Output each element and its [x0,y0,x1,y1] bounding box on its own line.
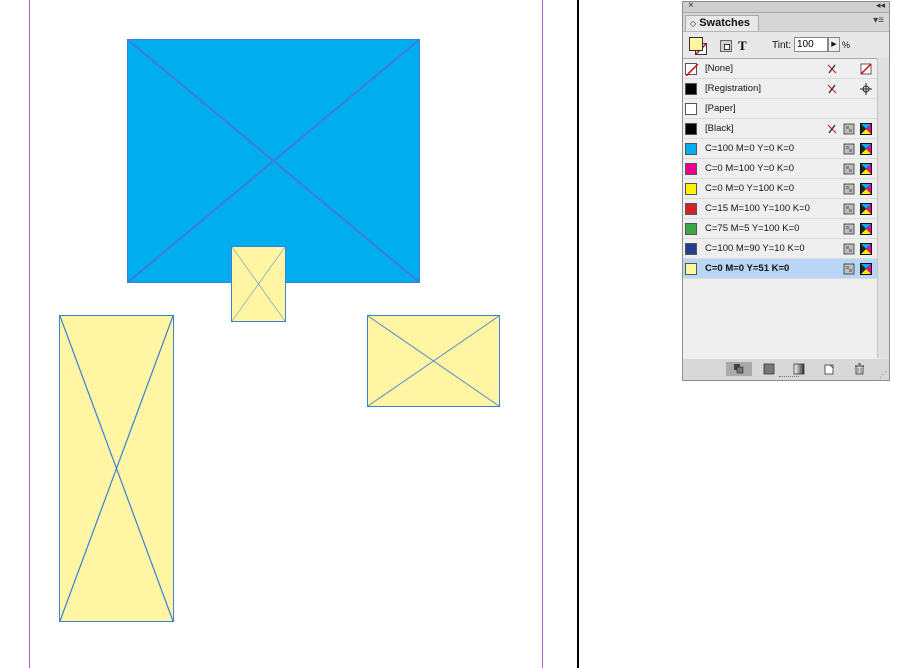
swatch-name: C=100 M=90 Y=10 K=0 [705,243,805,254]
swatch-row[interactable]: C=15 M=100 Y=100 K=0 [683,199,877,219]
locked-pencil-icon [826,63,838,75]
swatch-color-chip [685,123,697,135]
tint-slider-arrow-icon[interactable]: ▶ [828,37,840,52]
show-gradient-swatches-icon[interactable] [792,363,806,375]
left-margin-guide [29,0,30,668]
panel-title-bar[interactable]: × ◂◂ [683,0,889,13]
swatch-color-chip [685,243,697,255]
image-frame-tall[interactable] [59,315,174,622]
fill-box[interactable] [689,37,703,51]
cmyk-mode-icon [860,183,872,195]
swatch-row[interactable]: C=100 M=90 Y=10 K=0 [683,239,877,259]
swatch-name: [Registration] [705,83,761,94]
tab-swatches[interactable]: ◇ Swatches [685,15,759,31]
process-color-icon [843,203,855,215]
show-all-swatches-icon[interactable] [726,362,752,376]
registration-mark-icon [860,83,872,95]
cmyk-mode-icon [860,123,872,135]
formatting-container-icon[interactable] [720,40,732,52]
cmyk-mode-icon [860,163,872,175]
spread-edge [577,0,579,668]
swatch-name: [None] [705,63,733,74]
cmyk-mode-icon [860,203,872,215]
cmyk-mode-icon [860,143,872,155]
close-panel-icon[interactable]: × [688,0,694,11]
swatch-row[interactable]: C=0 M=100 Y=0 K=0 [683,159,877,179]
none-mode-icon [860,63,872,75]
swatch-name: [Black] [705,123,734,134]
swatch-color-chip [685,203,697,215]
right-margin-guide [542,0,543,668]
panel-resize-grip[interactable] [779,376,799,379]
swatch-color-chip [685,83,697,95]
tint-unit: % [842,40,851,50]
swatch-color-chip [685,63,699,77]
swatch-name: C=0 M=0 Y=51 K=0 [705,263,790,274]
swatch-color-chip [685,143,697,155]
swatch-list-scrollbar[interactable] [877,58,889,358]
swatch-name: [Paper] [705,103,736,114]
swatch-name: C=100 M=0 Y=0 K=0 [705,143,795,154]
swatch-name: C=15 M=100 Y=100 K=0 [705,203,810,214]
swatch-color-chip [685,183,697,195]
swatch-list[interactable]: [None] [Registration] [Paper] [Black] C=100 … [683,58,877,360]
locked-pencil-icon [826,123,838,135]
tab-arrows-icon: ◇ [690,19,697,28]
swatch-row[interactable]: [Paper] [683,99,877,119]
swatch-color-chip [685,103,697,115]
image-frame-wide[interactable] [367,315,500,407]
swatch-row[interactable]: [Black] [683,119,877,139]
process-color-icon [843,223,855,235]
process-color-icon [843,183,855,195]
swatches-panel: × ◂◂ ◇ Swatches ▾≡ T Tint: ▶ % [None] [Re… [682,0,890,381]
swatch-row[interactable]: C=100 M=0 Y=0 K=0 [683,139,877,159]
resize-corner-icon[interactable]: ⋰ [879,370,887,379]
swatch-name: C=75 M=5 Y=100 K=0 [705,223,800,234]
process-color-icon [843,243,855,255]
new-swatch-icon[interactable] [822,363,836,375]
swatch-color-chip [685,263,697,275]
show-color-swatches-icon[interactable] [762,363,776,375]
locked-pencil-icon [826,83,838,95]
swatch-row[interactable]: C=0 M=0 Y=100 K=0 [683,179,877,199]
swatch-row[interactable]: C=0 M=0 Y=51 K=0 [683,259,877,279]
tint-label: Tint: [772,40,792,51]
tint-input[interactable] [794,37,828,52]
process-color-icon [843,123,855,135]
swatch-row[interactable]: C=75 M=5 Y=100 K=0 [683,219,877,239]
tab-swatches-label: Swatches [699,17,750,29]
cmyk-mode-icon [860,243,872,255]
process-color-icon [843,263,855,275]
process-color-icon [843,163,855,175]
swatch-name: C=0 M=0 Y=100 K=0 [705,183,795,194]
swatch-name: C=0 M=100 Y=0 K=0 [705,163,795,174]
panel-button-bar: ⋰ [683,359,889,380]
swatch-color-chip [685,163,697,175]
collapse-panel-icon[interactable]: ◂◂ [876,0,885,11]
swatch-color-chip [685,223,697,235]
cmyk-mode-icon [860,223,872,235]
panel-menu-icon[interactable]: ▾≡ [873,15,884,26]
fill-stroke-icon[interactable] [689,37,707,55]
swatch-row[interactable]: [Registration] [683,79,877,99]
swatch-row[interactable]: [None] [683,59,877,79]
formatting-text-icon[interactable]: T [738,38,747,54]
image-frame-small[interactable] [231,246,286,322]
process-color-icon [843,143,855,155]
cmyk-mode-icon [860,263,872,275]
delete-swatch-icon[interactable] [852,363,866,375]
